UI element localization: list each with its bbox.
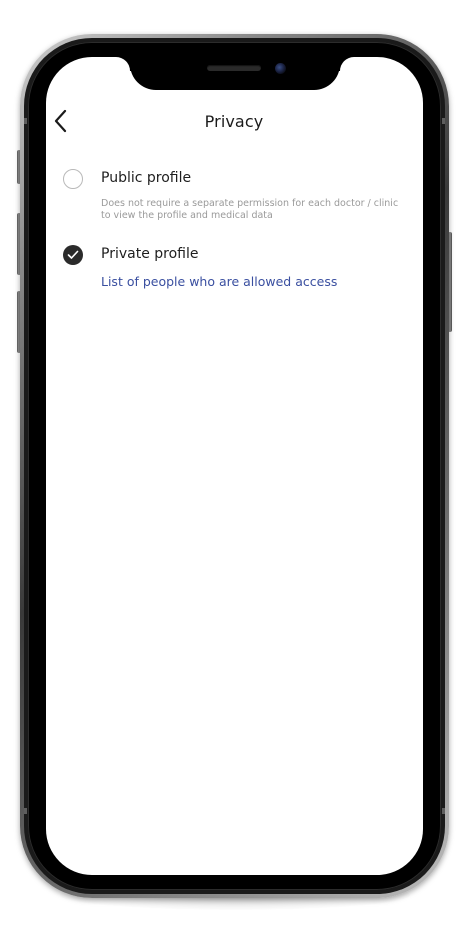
antenna-line [442,118,445,124]
antenna-line [24,118,27,124]
option-label: Public profile [101,170,192,186]
antenna-line [24,808,27,814]
chevron-left-icon [54,109,67,133]
option-description: Does not require a separate permission f… [101,198,399,221]
allowed-access-list-link[interactable]: List of people who are allowed access [101,274,337,289]
option-label: Private profile [101,246,199,262]
back-button[interactable] [52,108,74,134]
radio-selected-icon[interactable] [63,245,83,265]
page-title: Privacy [204,112,264,131]
antenna-line [442,808,445,814]
checkmark-icon [67,250,79,259]
earpiece-speaker [207,65,261,71]
front-camera [275,63,286,74]
radio-option-public-profile[interactable]: Public profile Does not require a separa… [62,168,402,228]
radio-unselected-icon[interactable] [63,169,83,189]
device-mockup: Privacy Public profile Does not require … [0,0,469,932]
